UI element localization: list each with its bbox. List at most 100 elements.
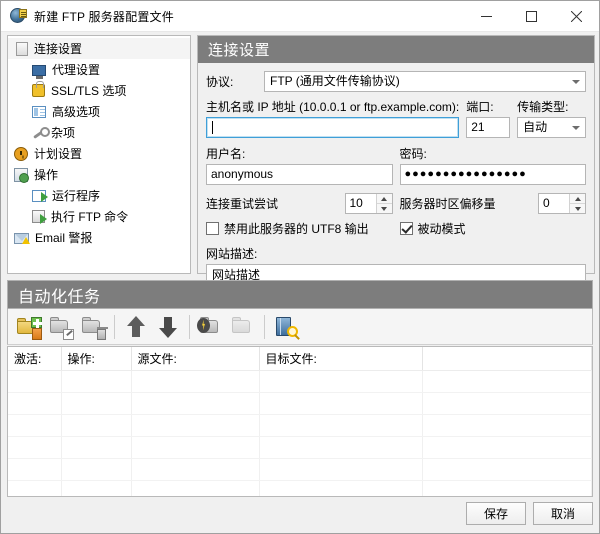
username-input[interactable]: anonymous xyxy=(206,164,393,185)
run-task-icon[interactable] xyxy=(196,312,226,342)
sidebar-item-connection-settings[interactable]: 连接设置 xyxy=(8,38,190,59)
stepper-up-icon[interactable] xyxy=(570,194,585,204)
sidebar-item-label: 执行 FTP 命令 xyxy=(51,209,128,225)
cell xyxy=(422,393,592,415)
monitor-icon xyxy=(32,65,46,76)
cell xyxy=(131,437,259,459)
move-down-icon[interactable] xyxy=(153,312,183,342)
host-input[interactable] xyxy=(206,117,459,138)
password-value: ●●●●●●●●●●●●●●●● xyxy=(405,165,527,184)
sidebar-item-proxy-settings[interactable]: 代理设置 xyxy=(8,59,190,80)
column-header-target-file[interactable]: 目标文件: xyxy=(259,347,422,371)
disable-utf8-label: 禁用此服务器的 UTF8 输出 xyxy=(224,220,369,237)
dialog-body: 连接设置 代理设置 SSL/TLS 选项 高级选项 杂项 计划设置 xyxy=(1,32,599,533)
maximize-button[interactable] xyxy=(509,1,554,31)
password-input[interactable]: ●●●●●●●●●●●●●●●● xyxy=(400,164,587,185)
cell xyxy=(61,437,131,459)
save-button[interactable]: 保存 xyxy=(466,502,526,525)
sidebar-item-email-alert[interactable]: Email 警报 xyxy=(8,227,190,248)
cell xyxy=(422,481,592,498)
chevron-down-icon xyxy=(572,126,580,131)
retry-value: 10 xyxy=(346,194,376,213)
checkbox-box xyxy=(206,222,219,235)
minimize-button[interactable] xyxy=(464,1,509,31)
stepper-down-icon[interactable] xyxy=(377,204,392,213)
tasks-table-container[interactable]: 激活: 操作: 源文件: 目标文件: xyxy=(7,346,593,497)
sidebar-item-label: 高级选项 xyxy=(52,104,100,120)
disable-task-icon[interactable] xyxy=(228,312,258,342)
toolbar-separator xyxy=(189,315,190,339)
protocol-label: 协议: xyxy=(206,73,264,90)
column-header-extra[interactable] xyxy=(422,347,592,371)
add-task-icon[interactable] xyxy=(14,312,44,342)
timezone-stepper[interactable]: 0 xyxy=(538,193,586,214)
cell xyxy=(131,415,259,437)
sidebar-item-label: 连接设置 xyxy=(34,41,82,57)
dialog-footer: 保存 取消 xyxy=(7,499,593,527)
table-row[interactable] xyxy=(8,371,592,393)
close-button[interactable] xyxy=(554,1,599,31)
window-icon xyxy=(32,106,46,118)
table-row[interactable] xyxy=(8,437,592,459)
column-header-source-file[interactable]: 源文件: xyxy=(131,347,259,371)
cancel-button[interactable]: 取消 xyxy=(533,502,593,525)
passive-mode-checkbox[interactable]: 被动模式 xyxy=(400,220,587,237)
tasks-table: 激活: 操作: 源文件: 目标文件: xyxy=(8,347,592,497)
table-row[interactable] xyxy=(8,393,592,415)
cell xyxy=(61,393,131,415)
table-header-row: 激活: 操作: 源文件: 目标文件: xyxy=(8,347,592,371)
sidebar-item-label: SSL/TLS 选项 xyxy=(51,83,126,99)
cell xyxy=(131,481,259,498)
sidebar-item-ssl-tls-options[interactable]: SSL/TLS 选项 xyxy=(8,80,190,101)
stepper-up-icon[interactable] xyxy=(377,194,392,204)
checkbox-box xyxy=(400,222,413,235)
sidebar-item-label: 计划设置 xyxy=(34,146,82,162)
cell xyxy=(422,415,592,437)
port-input[interactable]: 21 xyxy=(466,117,510,138)
cell xyxy=(8,393,61,415)
sidebar-item-advanced-options[interactable]: 高级选项 xyxy=(8,101,190,122)
delete-task-icon[interactable] xyxy=(78,312,108,342)
stepper-down-icon[interactable] xyxy=(570,204,585,213)
preview-task-icon[interactable] xyxy=(271,312,301,342)
description-label: 网站描述: xyxy=(206,245,586,262)
disable-utf8-checkbox[interactable]: 禁用此服务器的 UTF8 输出 xyxy=(206,220,393,237)
cell xyxy=(8,371,61,393)
sidebar-item-actions[interactable]: 操作 xyxy=(8,164,190,185)
protocol-select[interactable]: FTP (通用文件传输协议) xyxy=(264,71,586,92)
cell xyxy=(131,459,259,481)
column-header-active[interactable]: 激活: xyxy=(8,347,61,371)
column-header-operation[interactable]: 操作: xyxy=(61,347,131,371)
retry-stepper-buttons[interactable] xyxy=(376,194,392,213)
sidebar-item-run-program[interactable]: 运行程序 xyxy=(8,185,190,206)
cell xyxy=(61,481,131,498)
timezone-stepper-buttons[interactable] xyxy=(569,194,585,213)
timezone-value: 0 xyxy=(539,194,569,213)
automation-tasks-section: 自动化任务 xyxy=(7,280,593,527)
automation-toolbar[interactable] xyxy=(7,309,593,345)
sidebar-item-label: 杂项 xyxy=(51,125,75,141)
cell xyxy=(8,437,61,459)
sidebar-item-schedule-settings[interactable]: 计划设置 xyxy=(8,143,190,164)
move-up-icon[interactable] xyxy=(121,312,151,342)
retry-stepper[interactable]: 10 xyxy=(345,193,393,214)
chevron-down-icon xyxy=(572,80,580,85)
password-label: 密码: xyxy=(400,145,587,162)
automation-title: 自动化任务 xyxy=(7,280,593,309)
protocol-row: 协议: FTP (通用文件传输协议) xyxy=(206,71,586,92)
options-row: 禁用此服务器的 UTF8 输出 被动模式 xyxy=(206,220,586,237)
toolbar-separator xyxy=(114,315,115,339)
sidebar-item-misc[interactable]: 杂项 xyxy=(8,122,190,143)
transfer-type-select[interactable]: 自动 xyxy=(517,117,586,138)
lock-icon xyxy=(32,84,45,97)
table-row[interactable] xyxy=(8,415,592,437)
toolbar-separator xyxy=(264,315,265,339)
transfer-type-value: 自动 xyxy=(523,118,547,137)
sidebar-item-ftp-command[interactable]: 执行 FTP 命令 xyxy=(8,206,190,227)
table-row[interactable] xyxy=(8,459,592,481)
cell xyxy=(259,415,422,437)
table-row[interactable] xyxy=(8,481,592,498)
document-icon xyxy=(16,42,28,56)
edit-task-icon[interactable] xyxy=(46,312,76,342)
settings-tree[interactable]: 连接设置 代理设置 SSL/TLS 选项 高级选项 杂项 计划设置 xyxy=(7,35,191,274)
